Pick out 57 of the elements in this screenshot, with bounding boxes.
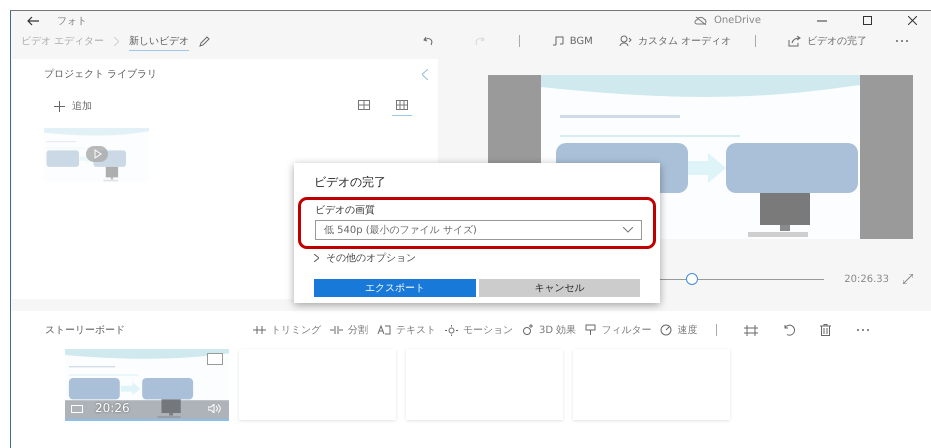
motion-icon	[445, 324, 458, 336]
cloud-status: OneDrive	[714, 15, 761, 26]
toolbar-button[interactable]: カスタム オーディオ	[614, 32, 735, 50]
more-options-toggle[interactable]: その他のオプション	[314, 251, 416, 265]
chevron-right-icon	[314, 254, 319, 262]
add-button[interactable]: 追加	[44, 99, 92, 113]
person-speaking-icon	[618, 35, 632, 47]
toolbar-button[interactable]: BGM	[548, 33, 597, 49]
large-grid-icon	[358, 100, 370, 110]
delete-icon[interactable]	[820, 324, 832, 336]
quality-dropdown[interactable]: 低 540p (最小のファイル サイズ)	[315, 220, 642, 240]
tool-button[interactable]: 速度	[660, 323, 698, 337]
seek-handle[interactable]	[686, 273, 698, 285]
cloud-icon	[694, 16, 708, 25]
section-title: ストーリーボード	[45, 324, 126, 337]
plus-icon	[54, 100, 65, 112]
chevron-down-icon	[623, 227, 633, 233]
export-button[interactable]: エクスポート	[314, 279, 476, 297]
dialog-title: ビデオの完了	[314, 174, 387, 191]
app-title: フォト	[57, 14, 87, 28]
more-icon[interactable]	[895, 39, 909, 43]
share-icon	[788, 35, 801, 47]
tool-button[interactable]: トリミング	[253, 323, 321, 337]
rotate-icon[interactable]	[783, 324, 796, 336]
text-icon	[377, 325, 391, 335]
tool-button[interactable]: 分割	[330, 323, 368, 337]
back-arrow-icon[interactable]	[27, 16, 39, 26]
maximize-icon[interactable]	[863, 16, 872, 25]
sparkle-icon	[522, 324, 534, 336]
filter-icon	[585, 324, 596, 336]
expand-icon[interactable]	[903, 274, 913, 284]
field-label: ビデオの画質	[315, 204, 376, 217]
trim-icon	[253, 325, 266, 335]
tool-button[interactable]: モーション	[445, 323, 513, 337]
minimize-icon[interactable]	[817, 20, 827, 22]
split-icon	[330, 325, 343, 335]
toolbar-button[interactable]: ビデオの完了	[784, 32, 871, 50]
duration: 20:26.33	[844, 274, 889, 284]
resize-icon[interactable]	[744, 324, 758, 336]
music-note-icon	[552, 35, 564, 47]
pencil-icon[interactable]	[199, 36, 210, 46]
clip-duration: 20:26	[95, 401, 130, 415]
breadcrumb-item[interactable]: 新しいビデオ	[129, 32, 190, 50]
video-frame-icon	[71, 405, 83, 413]
speedometer-icon	[660, 324, 672, 336]
panel-title: プロジェクト ライブラリ	[44, 68, 158, 81]
close-icon[interactable]	[908, 16, 917, 25]
tool-button[interactable]: 3D 効果	[522, 323, 576, 337]
speaker-icon	[208, 404, 221, 413]
chevron-right-icon	[114, 36, 120, 46]
small-grid-icon	[396, 100, 408, 110]
checkbox[interactable]	[207, 353, 223, 365]
cancel-button[interactable]: キャンセル	[478, 279, 640, 297]
tool-button[interactable]: テキスト	[377, 323, 436, 337]
more-icon[interactable]	[856, 328, 870, 332]
undo-icon[interactable]	[422, 35, 435, 47]
tool-button[interactable]: フィルター	[585, 323, 652, 337]
